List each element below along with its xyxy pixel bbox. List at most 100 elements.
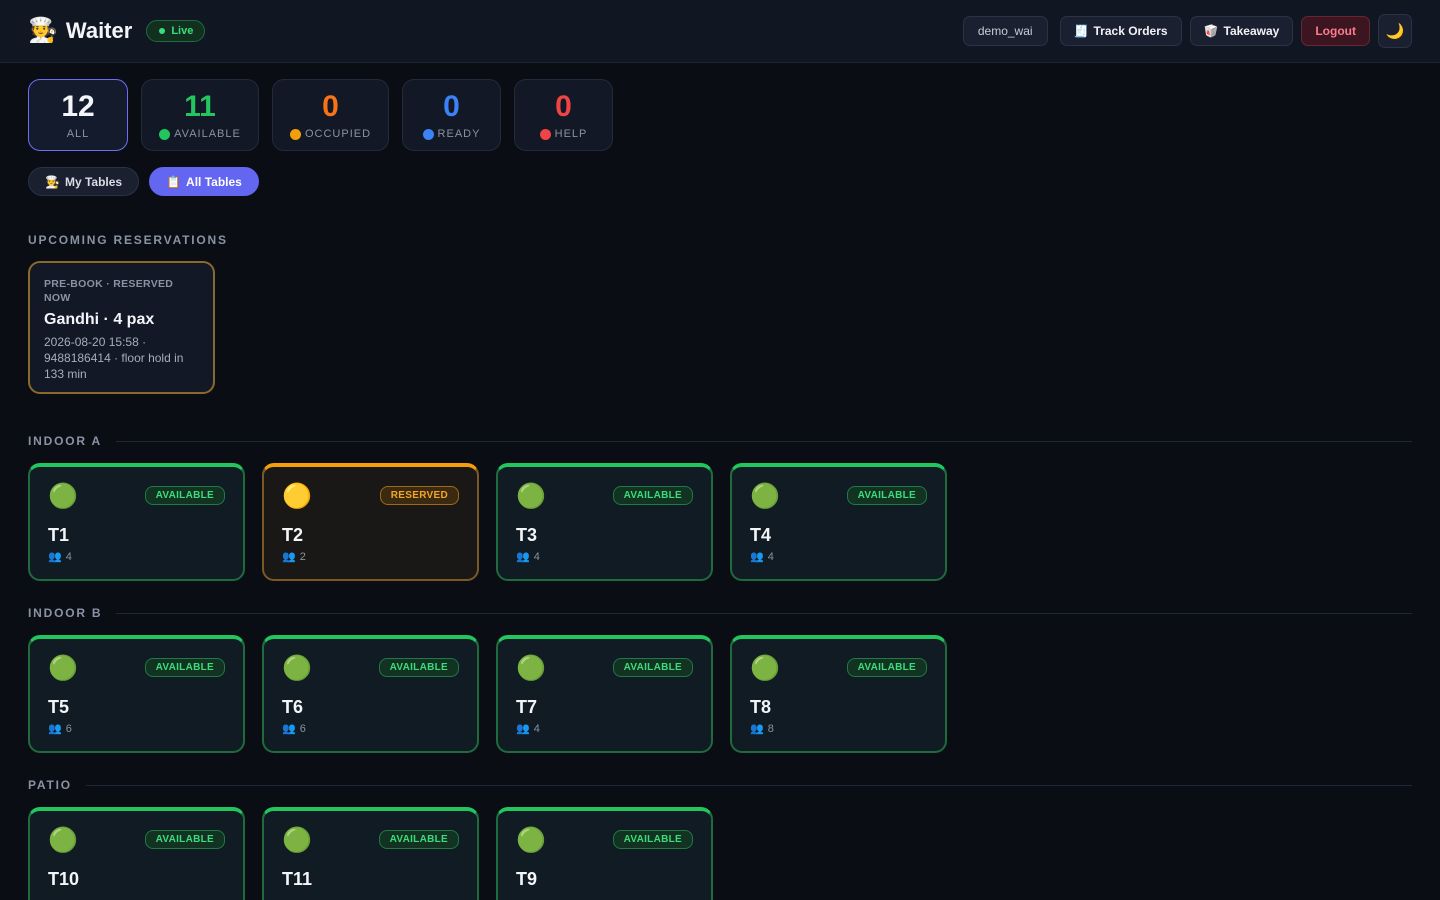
chef-icon: 🧑‍🍳	[28, 17, 58, 44]
zone-grid-indoor-b: 🟢 T5 👥 6 AVAILABLE 🟢 T6 👥 6 AVAILABLE 🟢 T7…	[28, 635, 947, 753]
reservation-kind: PRE-BOOK · RESERVED NOW	[44, 278, 174, 305]
track-orders-button[interactable]: 🧾 Track Orders	[1059, 16, 1182, 46]
tab-my-tables[interactable]: 🧑‍🍳 My Tables	[28, 167, 140, 196]
reservation-card[interactable]: PRE-BOOK · RESERVED NOW Gandhi · 4 pax 2…	[28, 261, 215, 394]
people-icon: 👥	[48, 723, 62, 735]
reservation-name: Gandhi · 4 pax	[44, 311, 155, 329]
status-badge: AVAILABLE	[378, 658, 459, 677]
chef-icon: 🧑‍🍳	[45, 174, 60, 189]
table-seats: 👥 6	[48, 722, 72, 736]
zone-divider	[116, 612, 1412, 614]
live-label: Live	[171, 25, 194, 37]
status-badge: AVAILABLE	[144, 486, 225, 505]
stat-label: HELP	[539, 128, 588, 140]
table-name: T5	[48, 697, 70, 717]
red-dot-icon	[539, 128, 551, 140]
table-card-t5[interactable]: 🟢 T5 👥 6 AVAILABLE	[28, 635, 245, 753]
status-badge: AVAILABLE	[612, 830, 693, 849]
stat-count: 11	[184, 90, 216, 123]
zone-header-patio: PATIO	[28, 778, 1412, 792]
table-name: T9	[516, 869, 538, 889]
brand: 🧑‍🍳 Waiter Live	[28, 17, 206, 44]
table-seats: 👥 8	[750, 722, 774, 736]
people-icon: 👥	[282, 723, 296, 735]
status-badge: AVAILABLE	[846, 658, 927, 677]
user-chip[interactable]: demo_wai	[962, 16, 1048, 46]
green-circle-icon: 🟢	[48, 827, 78, 854]
table-name: T4	[750, 525, 772, 545]
stat-all[interactable]: 12 ALL	[28, 79, 128, 151]
reservation-detail: 2026-08-20 15:58 · 9488186414 · floor ho…	[44, 335, 184, 381]
zone-header-indoor-b: INDOOR B	[28, 606, 1412, 620]
table-card-t4[interactable]: 🟢 T4 👥 4 AVAILABLE	[730, 463, 947, 581]
table-card-t3[interactable]: 🟢 T3 👥 4 AVAILABLE	[496, 463, 713, 581]
stat-ready[interactable]: 0 READY	[402, 79, 501, 151]
stat-help[interactable]: 0 HELP	[514, 79, 613, 151]
tab-label: All Tables	[186, 174, 242, 189]
stat-label: AVAILABLE	[159, 128, 241, 140]
table-card-t11[interactable]: 🟢 T11 AVAILABLE	[262, 807, 479, 900]
live-dot-icon	[159, 28, 166, 34]
status-badge: AVAILABLE	[612, 658, 693, 677]
takeaway-button[interactable]: 🥡 Takeaway	[1189, 16, 1294, 46]
zone-name: PATIO	[28, 778, 72, 792]
stat-count: 0	[322, 90, 339, 123]
zone-divider	[115, 440, 1412, 442]
green-circle-icon: 🟢	[516, 655, 546, 682]
logout-button[interactable]: Logout	[1301, 16, 1370, 46]
table-card-t2[interactable]: 🟡 T2 👥 2 RESERVED	[262, 463, 479, 581]
green-circle-icon: 🟢	[750, 483, 780, 510]
table-card-t9[interactable]: 🟢 T9 AVAILABLE	[496, 807, 713, 900]
green-circle-icon: 🟢	[750, 655, 780, 682]
table-name: T8	[750, 697, 772, 717]
stat-available[interactable]: 11 AVAILABLE	[141, 79, 259, 151]
table-card-t1[interactable]: 🟢 T1 👥 4 AVAILABLE	[28, 463, 245, 581]
status-badge: AVAILABLE	[144, 830, 225, 849]
table-name: T11	[282, 869, 313, 889]
table-seats: 👥 4	[516, 722, 540, 736]
people-icon: 👥	[516, 723, 530, 735]
table-seats: 👥 2	[282, 550, 306, 564]
status-badge: AVAILABLE	[144, 658, 225, 677]
stat-label: READY	[422, 128, 481, 140]
table-seats: 👥 4	[516, 550, 540, 564]
zone-grid-indoor-a: 🟢 T1 👥 4 AVAILABLE 🟡 T2 👥 2 RESERVED 🟢 T3 …	[28, 463, 947, 581]
tab-all-tables[interactable]: 📋 All Tables	[149, 167, 259, 196]
status-badge: AVAILABLE	[378, 830, 459, 849]
green-dot-icon	[159, 128, 171, 140]
table-card-t7[interactable]: 🟢 T7 👥 4 AVAILABLE	[496, 635, 713, 753]
app-title: Waiter	[65, 18, 133, 43]
tab-label: My Tables	[64, 174, 123, 189]
status-badge: RESERVED	[379, 486, 459, 505]
table-seats: 👥 4	[48, 550, 72, 564]
zone-name: INDOOR B	[28, 606, 103, 620]
takeout-box-icon: 🥡	[1203, 24, 1219, 38]
takeaway-label: Takeaway	[1223, 24, 1280, 38]
table-name: T7	[516, 697, 538, 717]
clipboard-icon: 📋	[166, 174, 182, 189]
header-actions: demo_wai 🧾 Track Orders 🥡 Takeaway Logou…	[962, 14, 1412, 48]
table-filter-tabs: 🧑‍🍳 My Tables 📋 All Tables	[28, 167, 259, 196]
green-circle-icon: 🟢	[282, 655, 312, 682]
status-badge: AVAILABLE	[612, 486, 693, 505]
green-circle-icon: 🟢	[48, 483, 78, 510]
blue-dot-icon	[422, 128, 434, 140]
theme-toggle-button[interactable]: 🌙	[1378, 14, 1412, 48]
table-card-t6[interactable]: 🟢 T6 👥 6 AVAILABLE	[262, 635, 479, 753]
table-card-t8[interactable]: 🟢 T8 👥 8 AVAILABLE	[730, 635, 947, 753]
stat-count: 0	[555, 90, 572, 123]
status-badge: AVAILABLE	[846, 486, 927, 505]
status-filter-stats: 12 ALL 11 AVAILABLE 0 OCCUPIED 0 READY 0…	[28, 79, 613, 151]
green-circle-icon: 🟢	[516, 827, 546, 854]
green-circle-icon: 🟢	[516, 483, 546, 510]
stat-count: 12	[61, 90, 95, 123]
live-status-badge: Live	[146, 20, 206, 42]
stat-count: 0	[443, 90, 460, 123]
table-card-t10[interactable]: 🟢 T10 AVAILABLE	[28, 807, 245, 900]
zone-name: INDOOR A	[28, 434, 102, 448]
people-icon: 👥	[48, 551, 62, 563]
zone-divider	[85, 784, 1412, 786]
stat-occupied[interactable]: 0 OCCUPIED	[272, 79, 389, 151]
stat-label: ALL	[66, 128, 90, 140]
orange-dot-icon	[289, 128, 301, 140]
